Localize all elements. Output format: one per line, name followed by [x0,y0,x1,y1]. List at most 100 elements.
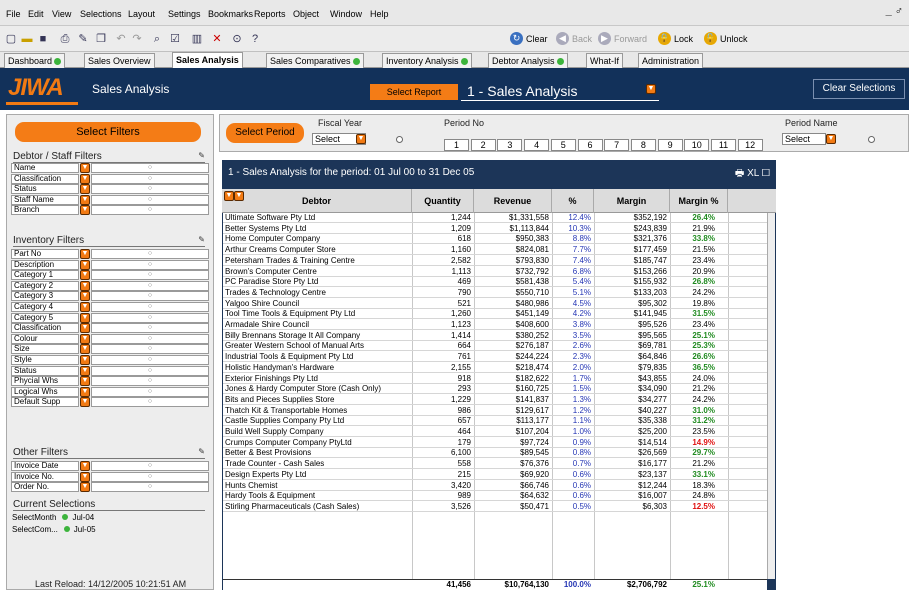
menu-object[interactable]: Object [293,9,319,19]
filter-radio-icon[interactable]: ○ [148,250,152,257]
filter-dropdown-arrow-icon[interactable]: ▼ [80,471,90,482]
current-selection-item[interactable]: SelectMonth Jul-04 [12,513,94,522]
menu-help[interactable]: Help [370,9,389,19]
period-number-button[interactable]: 2 [470,139,496,151]
table-row[interactable]: Trade Counter - Cash Sales 558 $76,376 0.7%… [223,459,767,470]
filter-radio-icon[interactable]: ○ [148,462,152,469]
table-row[interactable]: Armadale Shire Council 1,123 $408,600 3.8% $… [223,320,767,330]
period-number-button[interactable]: 4 [524,139,550,151]
period-number-button[interactable]: 11 [711,139,736,151]
filter-value-field[interactable]: ○ [91,471,209,482]
column-header-margin[interactable]: Margin [594,189,670,213]
check-icon[interactable]: ☑ [168,32,182,46]
filter-value-field[interactable]: ○ [91,365,209,376]
filter-radio-icon[interactable]: ○ [148,196,152,203]
period-number-button[interactable]: 10 [684,139,710,151]
table-row[interactable]: Petersham Trades & Training Centre 2,582 $… [223,256,767,266]
column-header-debtor[interactable]: Debtor [222,189,412,213]
period-number-button[interactable]: 6 [577,139,603,151]
menu-window[interactable]: Window [330,9,362,19]
info-icon[interactable]: ⊙ [230,32,244,46]
filter-value-field[interactable]: ○ [91,461,209,471]
filter-dropdown-arrow-icon[interactable]: ▼ [80,270,90,281]
column-header-revenue[interactable]: Revenue [474,189,552,213]
column-header-percent[interactable]: % [552,189,594,213]
filter-radio-icon[interactable]: ○ [148,303,152,310]
back-button[interactable]: ◀ Back [556,31,592,47]
select-report-button[interactable]: Select Report [370,84,458,100]
table-row[interactable]: Better Systems Pty Ltd 1,209 $1,113,844 10.… [223,224,767,234]
filter-radio-icon[interactable]: ○ [148,282,152,289]
filter-dropdown-arrow-icon[interactable]: ▼ [80,323,90,334]
filter-dropdown-arrow-icon[interactable]: ▼ [80,302,90,312]
clear-toolbar-button[interactable]: ↻ Clear [510,31,548,47]
filter-radio-icon[interactable]: ○ [148,398,152,405]
period-number-button[interactable]: 7 [604,139,630,151]
column-header-margin-pct[interactable]: Margin % [670,189,728,213]
copy-icon[interactable]: ❐ [94,32,108,46]
filter-dropdown-arrow-icon[interactable]: ▼ [80,482,90,493]
filter-dropdown-arrow-icon[interactable]: ▼ [80,280,90,291]
filter-dropdown-arrow-icon[interactable]: ▼ [80,333,90,344]
filter-value-field[interactable]: ○ [91,482,209,493]
table-row[interactable]: Industrial Tools & Equipment Pty Ltd 761 $… [223,352,767,363]
filter-dropdown-arrow-icon[interactable]: ▼ [80,249,90,259]
filter-radio-icon[interactable]: ○ [148,261,152,268]
clear-selections-button[interactable]: Clear Selections [813,79,905,99]
menu-selections[interactable]: Selections [80,9,122,19]
filter-radio-icon[interactable]: ○ [148,388,152,395]
period-number-button[interactable]: 9 [657,139,683,151]
help-cursor-icon[interactable]: ? [248,32,262,46]
filter-dropdown-arrow-icon[interactable]: ▼ [80,355,90,365]
period-name-select[interactable]: Select [782,133,826,145]
filter-dropdown-arrow-icon[interactable]: ▼ [80,205,90,216]
filter-radio-icon[interactable]: ○ [148,335,152,342]
filter-value-field[interactable]: ○ [91,302,209,312]
filter-radio-icon[interactable]: ○ [148,175,152,182]
open-folder-icon[interactable]: ▬ [20,32,34,46]
table-row[interactable]: Hardy Tools & Equipment 989 $64,632 0.6% $16… [223,491,767,502]
table-row[interactable]: Stirling Pharmaceuticals (Cash Sales) 3,5… [223,502,767,512]
pin-icon[interactable]: ✎ [198,151,205,160]
table-row[interactable]: Yalgoo Shire Council 521 $480,986 4.5% $95,3… [223,299,767,309]
filter-dropdown-arrow-icon[interactable]: ▼ [80,461,90,471]
filter-value-field[interactable]: ○ [91,386,209,397]
chart-icon[interactable]: ▥ [190,32,204,46]
filter-value-field[interactable]: ○ [91,184,209,195]
table-row[interactable]: Brown's Computer Centre 1,113 $732,792 6.8%… [223,267,767,277]
table-row[interactable]: Arthur Creams Computer Store 1,160 $824,08… [223,245,767,256]
new-icon[interactable]: ▢ [4,32,18,46]
tab-dashboard[interactable]: Dashboard [4,53,66,68]
filter-value-field[interactable]: ○ [91,249,209,259]
delete-icon[interactable]: ✕ [210,32,224,46]
column-header-quantity[interactable]: Quantity [412,189,474,213]
filter-value-field[interactable]: ○ [91,312,209,323]
table-row[interactable]: Ultimate Software Pty Ltd 1,244 $1,331,558… [223,213,767,223]
table-row[interactable]: Castle Supplies Company Pty Ltd 657 $113,1… [223,416,767,427]
filter-value-field[interactable]: ○ [91,280,209,291]
undo-icon[interactable]: ↶ [114,32,128,46]
unlock-button[interactable]: 🔓 Unlock [704,31,748,47]
menu-view[interactable]: View [52,9,71,19]
filter-dropdown-arrow-icon[interactable]: ▼ [80,312,90,323]
tab-sales-comparatives[interactable]: Sales Comparatives [266,53,364,68]
table-row[interactable]: Jones & Hardy Computer Store (Cash Only)… [223,384,767,395]
tab-debtor-analysis[interactable]: Debtor Analysis [488,53,568,68]
filter-dropdown-arrow-icon[interactable]: ▼ [80,259,90,270]
filter-radio-icon[interactable]: ○ [148,292,152,299]
filter-value-field[interactable]: ○ [91,173,209,184]
menu-settings[interactable]: Settings [168,9,201,19]
period-number-button[interactable]: 1 [444,139,469,151]
period-name-radio[interactable] [868,136,875,143]
table-row[interactable]: Build Well Supply Company 464 $107,204 1.0%… [223,427,767,437]
filter-radio-icon[interactable]: ○ [148,345,152,352]
tab-inventory-analysis[interactable]: Inventory Analysis [382,53,472,68]
filter-radio-icon[interactable]: ○ [148,271,152,278]
pin-icon[interactable]: ✎ [198,447,205,456]
redo-icon[interactable]: ↷ [130,32,144,46]
fiscal-year-radio[interactable] [396,136,403,143]
filter-radio-icon[interactable]: ○ [148,324,152,331]
print-icon[interactable]: ⎙ [58,32,72,46]
filter-value-field[interactable]: ○ [91,270,209,281]
period-number-button[interactable]: 12 [737,139,763,151]
